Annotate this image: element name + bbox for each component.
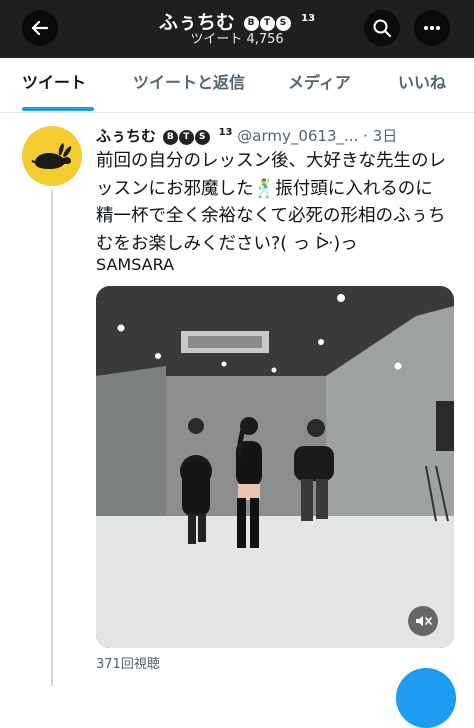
avatar[interactable] xyxy=(22,126,82,186)
tab-tweets-replies[interactable]: ツイートと返信 xyxy=(133,72,245,94)
badge-t: T xyxy=(178,129,194,145)
tweets-label: ツイート xyxy=(190,32,243,47)
view-count: 371回視聴 xyxy=(96,657,160,672)
tweet-separator: · xyxy=(363,127,368,145)
badge-b: B xyxy=(243,15,259,31)
tweet-handle[interactable]: @army_0613_... xyxy=(237,127,358,145)
header-subtitle: ツイート 4,756 xyxy=(0,32,474,48)
header-badges: BTS xyxy=(243,12,292,34)
tweet-text: 前回の自分のレッスン後、大好きな先生のレ ッスンにお邪魔した🕺振付頭に入れるのに… xyxy=(96,148,464,258)
search-icon xyxy=(373,19,392,38)
tweet-header: ふぅちむ BTS 13 @army_0613_... · 3日 xyxy=(96,121,466,145)
badge-s: S xyxy=(275,15,291,31)
thread-line xyxy=(51,190,53,686)
more-icon xyxy=(424,26,440,30)
tweet-tag: SAMSARA xyxy=(96,255,175,274)
header-display-name: ふぅちむ xyxy=(158,11,235,34)
header-badge-sup: 13 xyxy=(301,13,316,24)
tweet-display-name[interactable]: ふぅちむ xyxy=(96,127,156,145)
badge-t: T xyxy=(259,15,275,31)
tweet-video[interactable] xyxy=(96,286,454,648)
tab-tweets[interactable]: ツイート xyxy=(22,72,86,94)
more-button[interactable] xyxy=(414,10,450,46)
badge-b: B xyxy=(162,129,178,145)
tweet-badges: BTS xyxy=(162,125,211,149)
speaker-mute-icon xyxy=(416,616,432,626)
rabbit-icon xyxy=(31,143,72,169)
tweet-text-line: 精一杯で全く余裕なくて必死の形相のふぅち xyxy=(96,206,446,226)
profile-tabs: ツイート ツイートと返信 メディア いいね xyxy=(0,58,474,113)
tweet-badge-sup: 13 xyxy=(218,127,233,138)
tweet-text-line: ッスンにお邪魔した🕺振付頭に入れるのに xyxy=(96,178,433,199)
tweet-text-line: 前回の自分のレッスン後、大好きな先生のレ xyxy=(96,151,446,171)
search-button[interactable] xyxy=(364,10,400,46)
header-title: ふぅちむ BTS 13 xyxy=(0,8,474,34)
tweet-time[interactable]: 3日 xyxy=(373,127,398,145)
mute-button[interactable] xyxy=(408,606,438,636)
video-frame xyxy=(96,286,454,648)
tweet-count: 4,756 xyxy=(246,32,284,47)
compose-button[interactable] xyxy=(396,668,456,728)
profile-header: ふぅちむ BTS 13 ツイート 4,756 xyxy=(0,0,474,58)
tab-media[interactable]: メディア xyxy=(288,72,351,94)
badge-s: S xyxy=(194,129,210,145)
tab-likes[interactable]: いいね xyxy=(398,72,446,94)
active-tab-indicator xyxy=(22,107,94,111)
